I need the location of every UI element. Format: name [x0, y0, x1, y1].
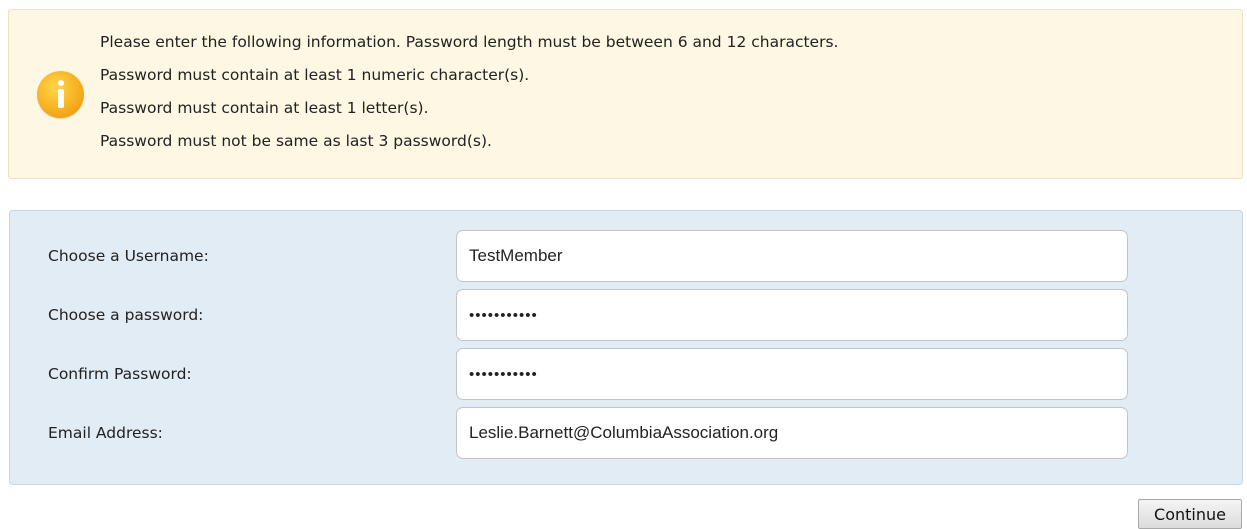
requirements-list: Please enter the following information. … [100, 32, 838, 164]
email-row: Email Address: [10, 407, 1242, 459]
info-icon [37, 71, 84, 118]
confirm-password-row: Confirm Password: [10, 348, 1242, 400]
username-input[interactable] [456, 230, 1128, 282]
confirm-password-input[interactable] [456, 348, 1128, 400]
password-input[interactable] [456, 289, 1128, 341]
confirm-password-label: Confirm Password: [48, 365, 192, 383]
continue-button[interactable]: Continue [1138, 499, 1242, 529]
email-input[interactable] [456, 407, 1128, 459]
requirement-line-history: Password must not be same as last 3 pass… [100, 132, 492, 150]
requirement-line-letter: Password must contain at least 1 letter(… [100, 99, 429, 117]
username-label: Choose a Username: [48, 247, 209, 265]
email-label: Email Address: [48, 424, 163, 442]
password-requirements-notice: Please enter the following information. … [8, 9, 1243, 179]
registration-form: Choose a Username: Choose a password: Co… [9, 210, 1243, 485]
password-row: Choose a password: [10, 289, 1242, 341]
requirement-line-intro: Please enter the following information. … [100, 33, 839, 51]
username-row: Choose a Username: [10, 230, 1242, 282]
password-label: Choose a password: [48, 306, 204, 324]
requirement-line-numeric: Password must contain at least 1 numeric… [100, 66, 530, 84]
